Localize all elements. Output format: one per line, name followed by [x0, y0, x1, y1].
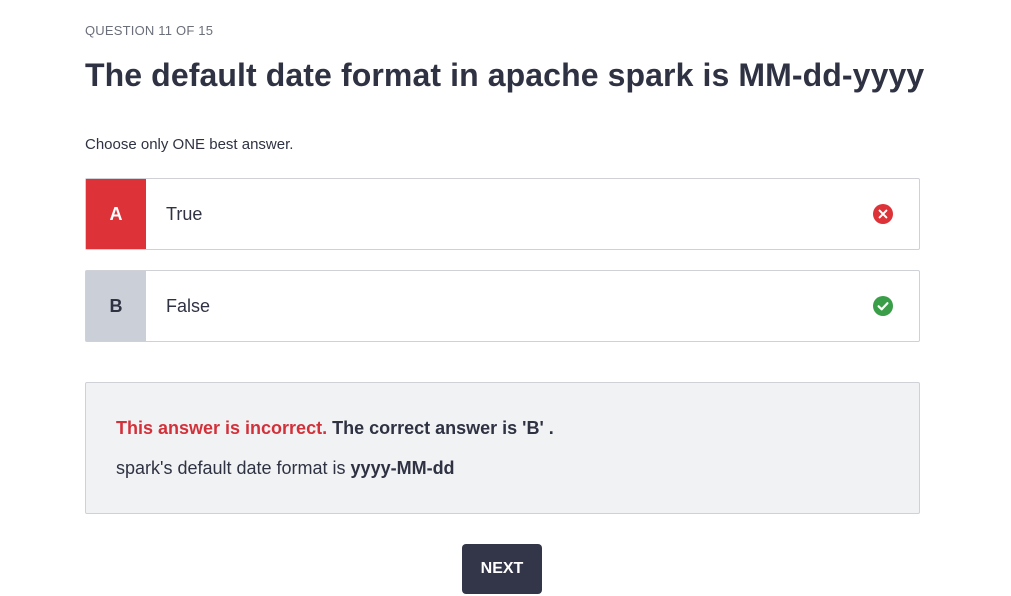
question-progress: QUESTION 11 OF 15 [85, 23, 214, 38]
incorrect-label: This answer is incorrect. [116, 418, 328, 438]
option-text-a: True [166, 203, 203, 224]
option-text-b: False [166, 295, 211, 316]
explanation-prefix: spark's default date format is [116, 458, 351, 478]
question-title: The default date format in apache spark … [85, 57, 925, 93]
feedback-result-line: This answer is incorrect. The correct an… [116, 418, 554, 439]
feedback-explanation: spark's default date format is yyyy-MM-d… [116, 458, 455, 479]
option-letter-b: B [86, 271, 146, 341]
correct-answer-text: The correct answer is 'B' . [332, 418, 554, 438]
check-circle-icon [873, 296, 893, 316]
next-button[interactable]: NEXT [462, 544, 542, 594]
explanation-value: yyyy-MM-dd [350, 458, 455, 478]
answer-instruction: Choose only ONE best answer. [85, 136, 294, 153]
answer-feedback-panel: This answer is incorrect. The correct an… [85, 382, 920, 514]
option-letter-a: A [86, 179, 146, 249]
answer-option-a[interactable]: A True [85, 178, 920, 250]
x-circle-icon [873, 204, 893, 224]
answer-option-b[interactable]: B False [85, 270, 920, 342]
